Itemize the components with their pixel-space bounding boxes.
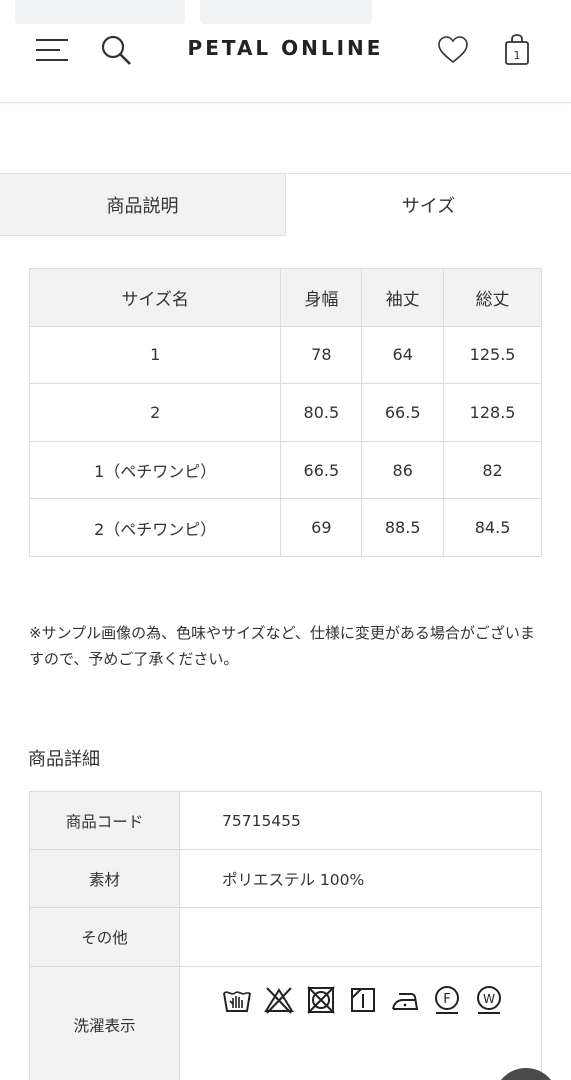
table-row: その他 [29,907,542,967]
size-table-header: サイズ名 [28,268,282,327]
detail-label-care: 洗濯表示 [29,966,180,1080]
svg-text:W: W [483,992,495,1006]
table-cell: 64 [361,325,445,385]
svg-text:F: F [443,992,450,1007]
table-cell: 69 [280,498,363,557]
header-ghost-banner [15,0,185,24]
tab-size[interactable]: サイズ [286,174,571,236]
site-logo[interactable]: PETAL ONLINE [0,36,571,60]
detail-label-other: その他 [29,907,180,967]
table-cell: 125.5 [443,325,542,385]
cart-button[interactable]: 1 [498,31,536,69]
size-table-header: 袖丈 [361,268,445,327]
size-table: サイズ名 身幅 袖丈 総丈 1 78 64 125.5 2 80.5 66.5 … [28,268,542,557]
line-dry-icon [351,988,375,1012]
table-row: 2（ペチワンピ） 69 88.5 84.5 [28,498,542,557]
table-cell: 86 [361,440,445,500]
care-symbols: F W [222,985,512,1015]
site-header: PETAL ONLINE 1 [0,0,571,103]
size-name-cell: 2 [28,383,282,442]
heart-icon [438,36,468,64]
size-name-cell: 1 [28,325,282,385]
detail-value-other [179,907,542,967]
table-cell: 82 [443,440,542,500]
product-details-title: 商品詳細 [28,749,100,770]
product-details-table: 商品コード 75715455 素材 ポリエステル 100% その他 洗濯表示 F… [29,791,542,1080]
detail-label-material: 素材 [29,849,180,908]
table-cell: 88.5 [361,498,445,557]
table-cell: 84.5 [443,498,542,557]
dry-clean-f-icon: F [435,986,459,1014]
table-row: 2 80.5 66.5 128.5 [28,383,542,442]
tab-description[interactable]: 商品説明 [0,174,286,236]
table-cell: 66.5 [361,383,445,442]
table-row: 1（ペチワンピ） 66.5 86 82 [28,440,542,500]
shopping-bag-icon: 1 [505,34,529,65]
iron-low-icon [392,993,419,1010]
table-cell: 80.5 [280,383,363,442]
table-cell: 66.5 [280,440,363,500]
detail-value-material: ポリエステル 100% [179,849,542,908]
care-symbols-cell: F W [179,966,542,1080]
no-tumble-dry-icon [307,986,335,1014]
wet-clean-w-icon: W [477,986,501,1014]
size-table-header: 身幅 [280,268,363,327]
size-table-header: 総丈 [443,268,542,327]
size-name-cell: 1（ペチワンピ） [28,440,282,500]
hand-wash-icon [223,991,251,1012]
table-row: 洗濯表示 F W [29,966,542,1080]
cart-count: 1 [514,49,521,62]
sample-image-note: ※サンプル画像の為、色味やサイズなど、仕様に変更がある場合がございますので、予め… [29,624,535,668]
size-table-header-row: サイズ名 身幅 袖丈 総丈 [28,268,542,327]
table-row: 1 78 64 125.5 [28,325,542,385]
table-cell: 78 [280,325,363,385]
table-cell: 128.5 [443,383,542,442]
table-row: 商品コード 75715455 [29,791,542,850]
size-name-cell: 2（ペチワンピ） [28,498,282,557]
detail-label-product-code: 商品コード [29,791,180,850]
detail-value-product-code: 75715455 [179,791,542,850]
favorites-button[interactable] [434,31,472,69]
header-ghost-banner [200,0,372,24]
no-bleach-icon [264,987,294,1014]
table-row: 素材 ポリエステル 100% [29,849,542,908]
product-tabs: 商品説明 サイズ [0,173,571,236]
